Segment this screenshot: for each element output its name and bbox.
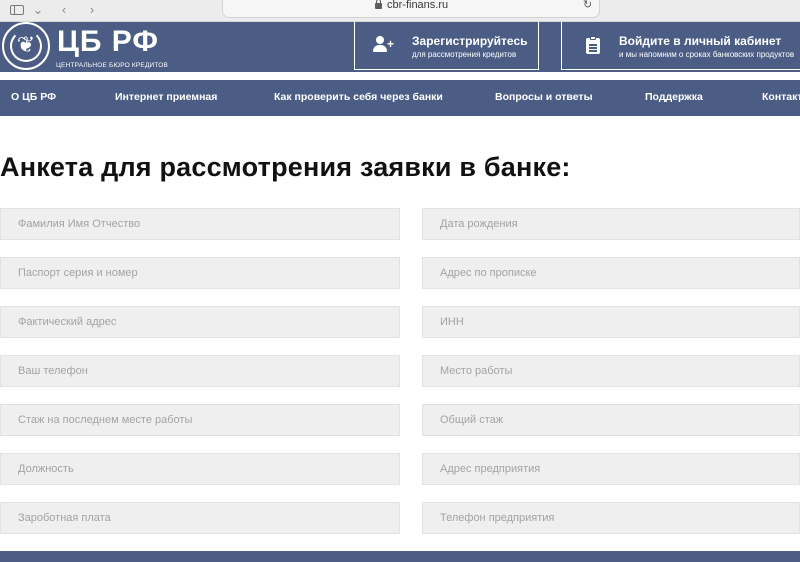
- sidebar-toggle-icon[interactable]: [8, 2, 26, 18]
- register-subtitle: для рассмотрения кредитов: [412, 50, 517, 59]
- cabinet-subtitle: и мы напомним о сроках банковских продук…: [619, 50, 795, 59]
- nav-item-faq[interactable]: Вопросы и ответы: [495, 91, 593, 103]
- inn-field[interactable]: [422, 306, 800, 338]
- salary-field[interactable]: [0, 502, 400, 534]
- logo-emblem-icon[interactable]: ❦: [2, 22, 50, 70]
- logo-title[interactable]: ЦБ РФ: [57, 25, 159, 59]
- actual-address-input[interactable]: [1, 307, 399, 337]
- user-plus-icon: +: [373, 36, 395, 54]
- chevron-down-icon[interactable]: ⌄: [32, 2, 44, 18]
- last-job-experience-input[interactable]: [1, 405, 399, 435]
- company-address-input[interactable]: [423, 454, 799, 484]
- birth-date-input[interactable]: [423, 209, 799, 239]
- full-name-field[interactable]: [0, 208, 400, 240]
- total-experience-input[interactable]: [423, 405, 799, 435]
- phone-input[interactable]: [1, 356, 399, 386]
- nav-item-support[interactable]: Поддержка: [645, 91, 703, 103]
- forward-button[interactable]: ›: [84, 2, 100, 18]
- total-experience-field[interactable]: [422, 404, 800, 436]
- cabinet-title: Войдите в личный кабинет: [619, 34, 782, 48]
- company-address-field[interactable]: [422, 453, 800, 485]
- workplace-field[interactable]: [422, 355, 800, 387]
- company-phone-field[interactable]: [422, 502, 800, 534]
- clipboard-icon: [586, 36, 600, 54]
- birth-date-field[interactable]: [422, 208, 800, 240]
- lock-icon: [375, 0, 382, 9]
- nav-item-about[interactable]: О ЦБ РФ: [11, 91, 56, 103]
- footer-strip: [0, 551, 800, 562]
- url-text: cbr-finans.ru: [387, 0, 449, 11]
- register-button[interactable]: + Зарегистрируйтесь для рассмотрения кре…: [354, 22, 539, 70]
- passport-field[interactable]: [0, 257, 400, 289]
- nav-item-contacts[interactable]: Контакты: [762, 91, 800, 103]
- registration-address-input[interactable]: [423, 258, 799, 288]
- company-phone-input[interactable]: [423, 503, 799, 533]
- workplace-input[interactable]: [423, 356, 799, 386]
- reload-icon[interactable]: ↻: [583, 0, 592, 11]
- phone-field[interactable]: [0, 355, 400, 387]
- position-input[interactable]: [1, 454, 399, 484]
- logo-subtitle: ЦЕНТРАЛЬНОЕ БЮРО КРЕДИТОВ: [56, 62, 169, 69]
- position-field[interactable]: [0, 453, 400, 485]
- registration-address-field[interactable]: [422, 257, 800, 289]
- full-name-input[interactable]: [1, 209, 399, 239]
- actual-address-field[interactable]: [0, 306, 400, 338]
- address-bar[interactable]: cbr-finans.ru ↻: [222, 0, 600, 18]
- register-title: Зарегистрируйтесь: [412, 34, 528, 48]
- browser-toolbar: ⌄ ‹ › cbr-finans.ru ↻: [0, 0, 800, 22]
- salary-input[interactable]: [1, 503, 399, 533]
- cabinet-login-button[interactable]: Войдите в личный кабинет и мы напомним о…: [561, 22, 800, 70]
- nav-item-check-via-banks[interactable]: Как проверить себя через банки: [274, 91, 443, 103]
- page-title: Анкета для рассмотрения заявки в банке:: [0, 152, 571, 182]
- nav-item-internet-reception[interactable]: Интернет приемная: [115, 91, 217, 103]
- inn-input[interactable]: [423, 307, 799, 337]
- passport-input[interactable]: [1, 258, 399, 288]
- last-job-experience-field[interactable]: [0, 404, 400, 436]
- back-button[interactable]: ‹: [56, 2, 72, 18]
- main-nav: О ЦБ РФ Интернет приемная Как проверить …: [0, 80, 800, 116]
- site-header: ❦ ЦБ РФ ЦЕНТРАЛЬНОЕ БЮРО КРЕДИТОВ + Заре…: [0, 22, 800, 72]
